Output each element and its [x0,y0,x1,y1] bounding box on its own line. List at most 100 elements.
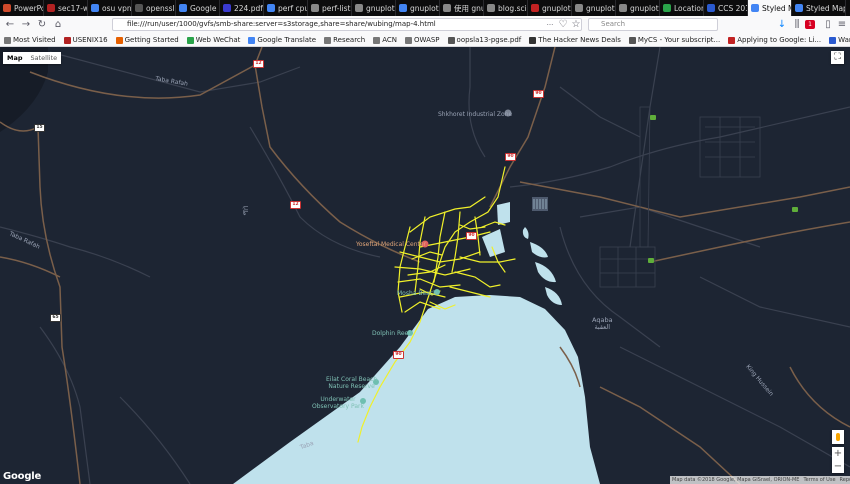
map-type-satellite-button[interactable]: Satellite [27,52,62,64]
poi-dolphin-reef[interactable]: Dolphin Reef [372,330,410,337]
bookmark-favicon-icon [728,36,736,44]
bookmark-item-4[interactable]: Google Translate [244,36,320,44]
bookmark-item-3[interactable]: Web WeChat [183,36,245,44]
route-shield-15: 15 [34,124,45,132]
tab-label: 224.pdf [234,3,263,13]
pocket-icon[interactable]: ♡ [556,18,570,32]
reload-button[interactable]: ↻ [35,18,49,32]
forward-button[interactable]: → [19,18,33,32]
bookmark-item-12[interactable]: Wang, Wubing - Outlo... [825,36,850,44]
navigation-toolbar: ← → ↻ ⌂ file:///run/user/1000/gvfs/smb-s… [0,16,850,35]
tab-favicon-icon [575,4,583,12]
tab-7[interactable]: perf-list(1) [308,0,352,16]
tab-0[interactable]: PowerPo [0,0,44,16]
poi-yoseftal-medical[interactable]: Yoseftal Medical Center [356,241,426,248]
tab-9[interactable]: gnuplot [396,0,440,16]
fullscreen-icon[interactable]: ⛶ [831,51,844,64]
tab-3[interactable]: openssl [132,0,176,16]
zoom-out-button[interactable]: − [832,460,844,473]
tab-favicon-icon [355,4,363,12]
tab-17[interactable]: Styled M [748,0,792,16]
back-button[interactable]: ← [3,18,17,32]
tab-11[interactable]: blog.scienc [484,0,528,16]
tab-18[interactable]: Styled Map [792,0,846,16]
tab-16[interactable]: CCS 201 [704,0,748,16]
tab-14[interactable]: gnuplot.so [616,0,660,16]
bookmark-favicon-icon [63,36,71,44]
route-shield-65: 65 [50,314,61,322]
tab-13[interactable]: gnuplot de [572,0,616,16]
bookmark-label: ACN [382,36,398,44]
google-logo[interactable]: Google [3,471,41,482]
tab-4[interactable]: Google [176,0,220,16]
bookmark-label: Most Visited [13,36,56,44]
tab-favicon-icon [91,4,99,12]
terms-link[interactable]: Terms of Use [803,476,835,484]
page-actions-icon[interactable]: ··· [543,18,557,32]
report-error-link[interactable]: Report a map error [840,476,850,484]
download-icon[interactable]: ↓ [775,18,789,32]
tab-label: gnuplot.so [630,3,659,13]
tab-6[interactable]: perf cpu [264,0,308,16]
bookmark-favicon-icon [373,36,381,44]
home-button[interactable]: ⌂ [51,18,65,32]
search-field[interactable]: Search [588,18,718,31]
tab-label: perf cpu [278,3,308,13]
bookmark-item-1[interactable]: USENIX16 [60,36,112,44]
tab-label: gnuplot [410,3,439,13]
route-shield-90: 90 [533,90,544,98]
bookmark-favicon-icon [829,36,837,44]
bookmark-item-6[interactable]: ACN [369,36,401,44]
poi-coral-beach[interactable]: Eilat Coral Beach Nature Reserve [326,376,377,390]
bookmark-label: The Hacker News Deals [538,36,621,44]
bookmark-item-7[interactable]: OWASP [401,36,444,44]
bookmark-item-2[interactable]: Getting Started [112,36,183,44]
bookmark-label: oopsla13-pgse.pdf [456,36,522,44]
library-icon[interactable]: ⫼ [790,18,804,32]
tab-10[interactable]: 使用 gnupl [440,0,484,16]
notification-badge[interactable]: 1 [805,18,815,32]
bookmark-item-10[interactable]: MyCS - Your subscript... [625,36,724,44]
town-grid [599,106,761,288]
bookmark-item-11[interactable]: Applying to Google: Li... [724,36,825,44]
tab-12[interactable]: gnuplot [528,0,572,16]
zoom-in-button[interactable]: + [832,447,844,460]
tab-label: CCS 201 [718,3,748,13]
attribution-data: Map data ©2018 Google, Mapa GISrael, ORI… [672,477,800,483]
poi-observatory-line2: Observatory Park [312,403,364,410]
poi-mosha-beach[interactable]: Mosha Beach [397,290,437,297]
bookmark-item-0[interactable]: Most Visited [0,36,60,44]
map-canvas[interactable]: Taba Rafah Taba Rafah King Hussein Taba … [0,47,850,484]
pegman-icon[interactable] [832,430,844,444]
tab-strip: PowerPo sec17-w osu vpn openssl Google 224.pd… [0,0,850,16]
poi-coral-beach-line1: Eilat Coral Beach [326,376,378,383]
tab-2[interactable]: osu vpn [88,0,132,16]
tab-5[interactable]: 224.pdf [220,0,264,16]
bookmark-item-9[interactable]: The Hacker News Deals [525,36,625,44]
sidebar-icon[interactable]: ▯ [821,18,835,32]
tab-favicon-icon [487,4,495,12]
bookmark-item-8[interactable]: oopsla13-pgse.pdf [444,36,526,44]
bookmark-star-icon[interactable]: ☆ [569,18,583,32]
poi-observatory-park[interactable]: Underwater Observatory Park [312,396,364,410]
tab-label: Google [190,3,217,13]
tab-favicon-icon [223,4,231,12]
tab-favicon-icon [47,4,55,12]
tab-1[interactable]: sec17-w [44,0,88,16]
tab-15[interactable]: Location [660,0,704,16]
menu-icon[interactable]: ≡ [835,18,849,32]
route-shield-90-d: 90 [393,351,404,359]
tab-favicon-icon [179,4,187,12]
map-graphics [0,47,850,484]
tab-8[interactable]: gnuplot de [352,0,396,16]
route-shield-jordan-3 [648,258,654,263]
tab-label: Location [674,3,704,13]
poi-industrial-zone[interactable]: Shkhoret Industrial Zone [438,111,512,118]
bookmark-label: OWASP [414,36,440,44]
place-aqaba[interactable]: Aqaba العقبة [592,317,613,331]
tab-favicon-icon [267,4,275,12]
tab-label: osu vpn [102,3,132,13]
url-bar[interactable]: file:///run/user/1000/gvfs/smb-share:ser… [112,18,582,31]
map-type-map-button[interactable]: Map [3,52,27,64]
bookmark-item-5[interactable]: Research [320,36,369,44]
